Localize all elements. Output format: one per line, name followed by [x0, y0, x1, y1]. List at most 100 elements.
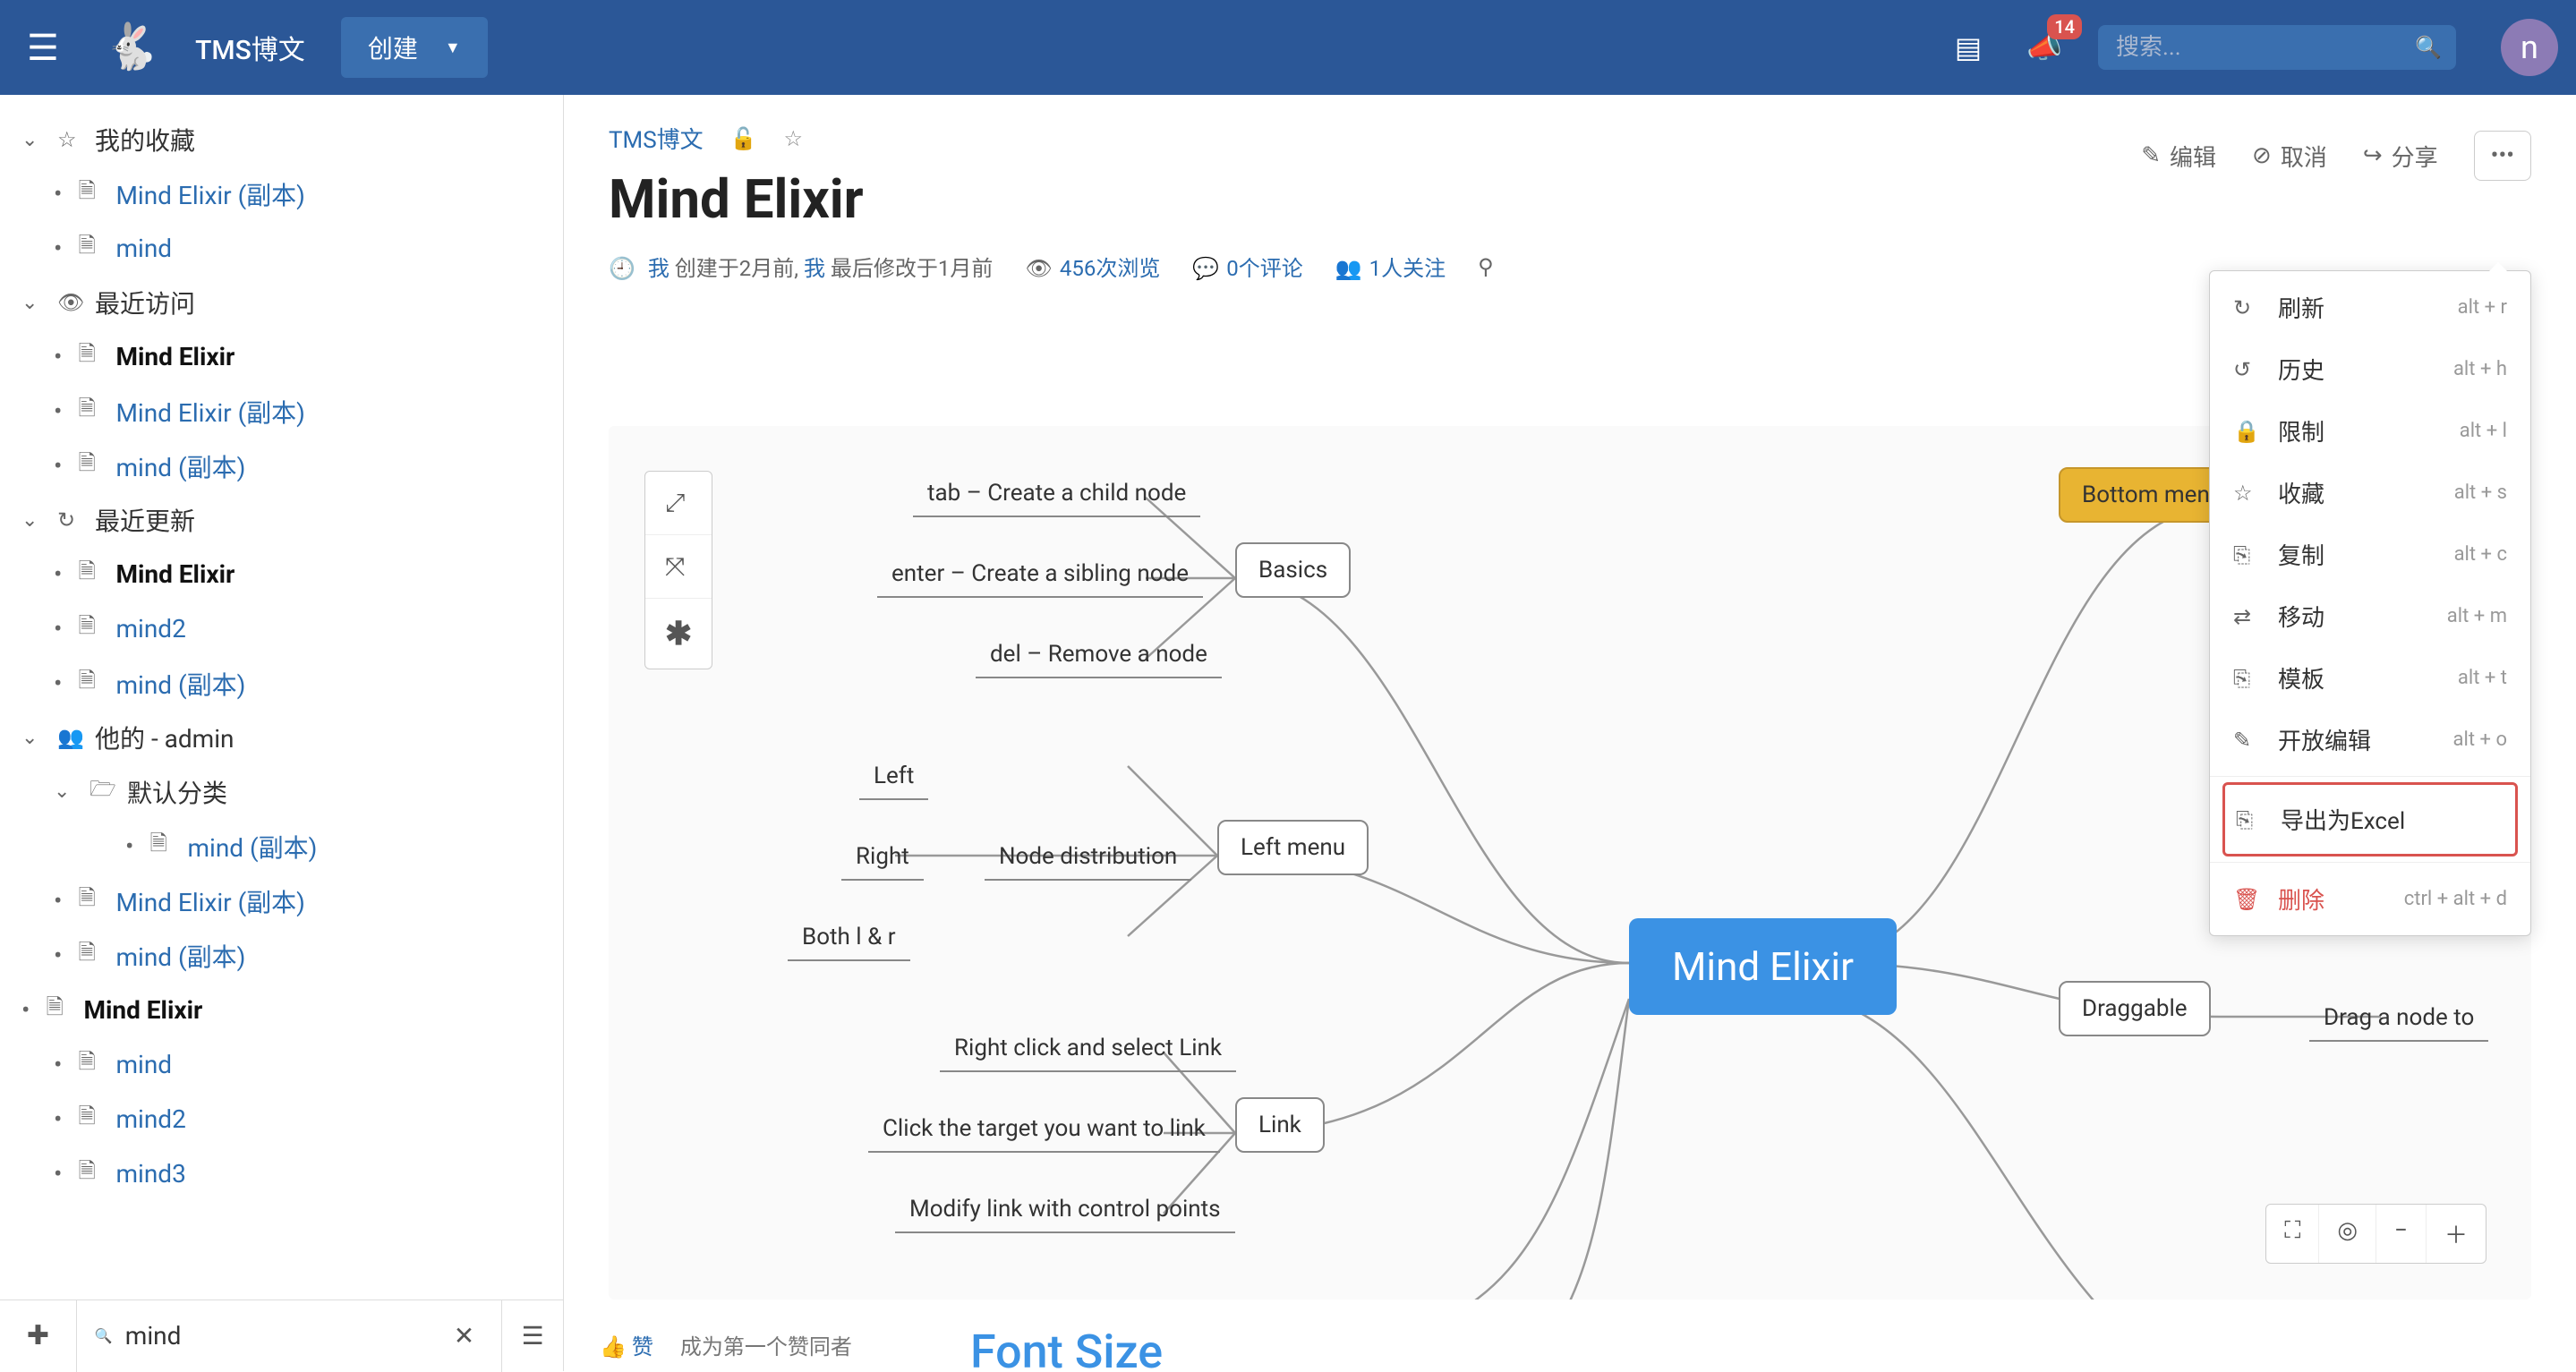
author-link[interactable]: 我	[648, 256, 670, 281]
unlock-icon[interactable]: 🔓	[730, 126, 757, 151]
view-tools: ⤢ ⤧ ✱	[644, 471, 712, 669]
modifier-link[interactable]: 我	[804, 256, 825, 281]
draggable-node[interactable]: Draggable	[2059, 981, 2211, 1036]
tree-item[interactable]: •🗎Mind Elixir (副本)	[9, 166, 554, 221]
clear-icon[interactable]: ✕	[445, 1312, 483, 1359]
more-dropdown: ↻刷新alt + r↺历史alt + h🔒限制alt + l☆收藏alt + s…	[2209, 270, 2531, 936]
basics-node[interactable]: Basics	[1235, 542, 1351, 598]
zoom-in-icon[interactable]: ＋	[2427, 1205, 2486, 1263]
leftmenu-node[interactable]: Left menu	[1217, 820, 1369, 875]
menu-toggle-icon[interactable]: ☰	[18, 18, 68, 78]
tree-group[interactable]: ⌄☆我的收藏	[9, 113, 554, 166]
tree-item[interactable]: •🗎mind2	[9, 601, 554, 656]
rabbit-logo-icon[interactable]: 🐇	[104, 21, 159, 73]
tree-item[interactable]: •🗎mind (副本)	[9, 819, 554, 873]
star-outline-icon[interactable]: ☆	[784, 126, 804, 151]
create-label: 创建	[368, 30, 418, 65]
tree-item[interactable]: •🗎Mind Elixir (副本)	[9, 384, 554, 439]
dropdown-item[interactable]: 🗑删除ctrl + alt + d	[2210, 868, 2530, 930]
sidebar-footer: ✚ 🔍 ✕ ☰	[0, 1300, 563, 1371]
tree-item[interactable]: •🗎mind	[9, 221, 554, 276]
sidebar-search-input[interactable]	[125, 1321, 445, 1351]
list-view-icon[interactable]: ▤	[1946, 21, 1991, 73]
edit-button[interactable]: ✎编辑	[2141, 140, 2216, 173]
dropdown-icon: ↺	[2233, 357, 2260, 382]
dropdown-item[interactable]: ⎘模板alt + t	[2210, 647, 2530, 709]
tree-group[interactable]: ⌄↻最近更新	[9, 493, 554, 547]
fit-icon[interactable]: ⤢	[645, 472, 712, 535]
notifications-icon[interactable]: 📣 14	[2017, 21, 2071, 73]
zoom-controls: ⛶ ◎ − ＋	[2265, 1204, 2486, 1264]
search-icon[interactable]: 🔍	[2415, 35, 2442, 60]
action-bar: ✎编辑 ⊘取消 ↪分享 •••	[2141, 131, 2531, 181]
brand-title[interactable]: TMS博文	[195, 28, 305, 67]
basics-leaf-0[interactable]: tab – Create a child node	[913, 471, 1200, 517]
dropdown-icon: ⎘	[2236, 807, 2263, 832]
tree-group[interactable]: •🗎Mind Elixir	[9, 983, 554, 1037]
share-nodes-icon[interactable]: ⚲	[1478, 254, 1494, 279]
global-search[interactable]: 🔍	[2098, 25, 2456, 70]
notification-badge: 14	[2047, 14, 2082, 39]
dropdown-icon: ↻	[2233, 295, 2260, 320]
dropdown-item[interactable]: ↺历史alt + h	[2210, 338, 2530, 400]
dropdown-icon: ✎	[2233, 728, 2260, 753]
dropdown-item[interactable]: ⎘复制alt + c	[2210, 524, 2530, 585]
root-node[interactable]: Mind Elixir	[1629, 918, 1897, 1015]
dropdown-item[interactable]: ✎开放编辑alt + o	[2210, 709, 2530, 771]
sidebar-search[interactable]: 🔍 ✕	[77, 1312, 501, 1359]
tree-item[interactable]: •🗎Mind Elixir	[9, 329, 554, 384]
leftmenu-leaf-0[interactable]: Left	[859, 754, 928, 800]
search-input[interactable]	[2116, 34, 2415, 61]
tree-item[interactable]: •🗎mind3	[9, 1146, 554, 1201]
tree-item[interactable]: ⌄🗁默认分类	[9, 764, 554, 819]
link-leaf-2[interactable]: Modify link with control points	[895, 1187, 1235, 1233]
tree-item[interactable]: •🗎mind2	[9, 1092, 554, 1146]
tree-item[interactable]: •🗎mind (副本)	[9, 928, 554, 983]
user-avatar[interactable]: n	[2501, 19, 2558, 76]
dropdown-item[interactable]: ☆收藏alt + s	[2210, 462, 2530, 524]
basics-leaf-1[interactable]: enter – Create a sibling node	[877, 551, 1203, 598]
share-button[interactable]: ↪分享	[2363, 140, 2438, 173]
page-footer: 👍 赞 成为第一个赞同者	[564, 1317, 2576, 1371]
tree-group[interactable]: ⌄👥他的 - admin	[9, 711, 554, 764]
add-button[interactable]: ✚	[0, 1300, 77, 1372]
locate-icon[interactable]: ◎	[2319, 1205, 2376, 1263]
center-icon[interactable]: ⤧	[645, 535, 712, 599]
create-button[interactable]: 创建 ▼	[341, 17, 488, 78]
top-bar: ☰ 🐇 TMS博文 创建 ▼ ▤ 📣 14 🔍 n	[0, 0, 2576, 95]
tree-item[interactable]: •🗎mind	[9, 1037, 554, 1092]
cancel-icon: ⊘	[2252, 142, 2272, 169]
zoom-out-icon[interactable]: −	[2376, 1205, 2427, 1263]
main-content: TMS博文 🔓 ☆ Mind Elixir 🕘 我 创建于2月前, 我 最后修改…	[564, 95, 2576, 1371]
tree-item[interactable]: •🗎mind (副本)	[9, 439, 554, 493]
leftmenu-leaf-1[interactable]: Right	[841, 834, 924, 881]
breadcrumb-root[interactable]: TMS博文	[609, 122, 704, 155]
dropdown-item[interactable]: ⇄移动alt + m	[2210, 585, 2530, 647]
fullscreen-icon[interactable]: ⛶	[2266, 1205, 2319, 1263]
sidebar-menu-icon[interactable]: ☰	[501, 1300, 563, 1372]
more-icon: •••	[2491, 142, 2514, 169]
tree-item[interactable]: •🗎mind (副本)	[9, 656, 554, 711]
leftmenu-leaf-2[interactable]: Both l & r	[788, 915, 910, 961]
cancel-button[interactable]: ⊘取消	[2252, 140, 2327, 173]
leftmenu-sub[interactable]: Node distribution	[985, 834, 1191, 881]
basics-leaf-2[interactable]: del – Remove a node	[976, 632, 1222, 678]
link-leaf-0[interactable]: Right click and select Link	[940, 1026, 1236, 1072]
draggable-leaf[interactable]: Drag a node to	[2309, 995, 2488, 1042]
more-menu-button[interactable]: •••	[2474, 131, 2531, 181]
dropdown-item[interactable]: ↻刷新alt + r	[2210, 277, 2530, 338]
tree-item[interactable]: •🗎Mind Elixir	[9, 547, 554, 601]
edit-icon: ✎	[2141, 142, 2161, 169]
dropdown-item[interactable]: ⎘导出为Excel	[2222, 782, 2518, 856]
eye-icon: 👁	[1025, 256, 1052, 281]
link-node[interactable]: Link	[1235, 1097, 1325, 1153]
tree-group[interactable]: ⌄👁最近访问	[9, 276, 554, 329]
tree-item[interactable]: •🗎Mind Elixir (副本)	[9, 873, 554, 928]
star-tool-icon[interactable]: ✱	[645, 599, 712, 669]
clock-icon: 🕘	[609, 256, 635, 281]
link-leaf-1[interactable]: Click the target you want to link	[868, 1106, 1220, 1153]
dropdown-icon: ⎘	[2233, 666, 2260, 691]
like-button[interactable]: 👍 赞	[600, 1329, 653, 1360]
dropdown-icon: ⎘	[2233, 542, 2260, 567]
dropdown-item[interactable]: 🔒限制alt + l	[2210, 400, 2530, 462]
